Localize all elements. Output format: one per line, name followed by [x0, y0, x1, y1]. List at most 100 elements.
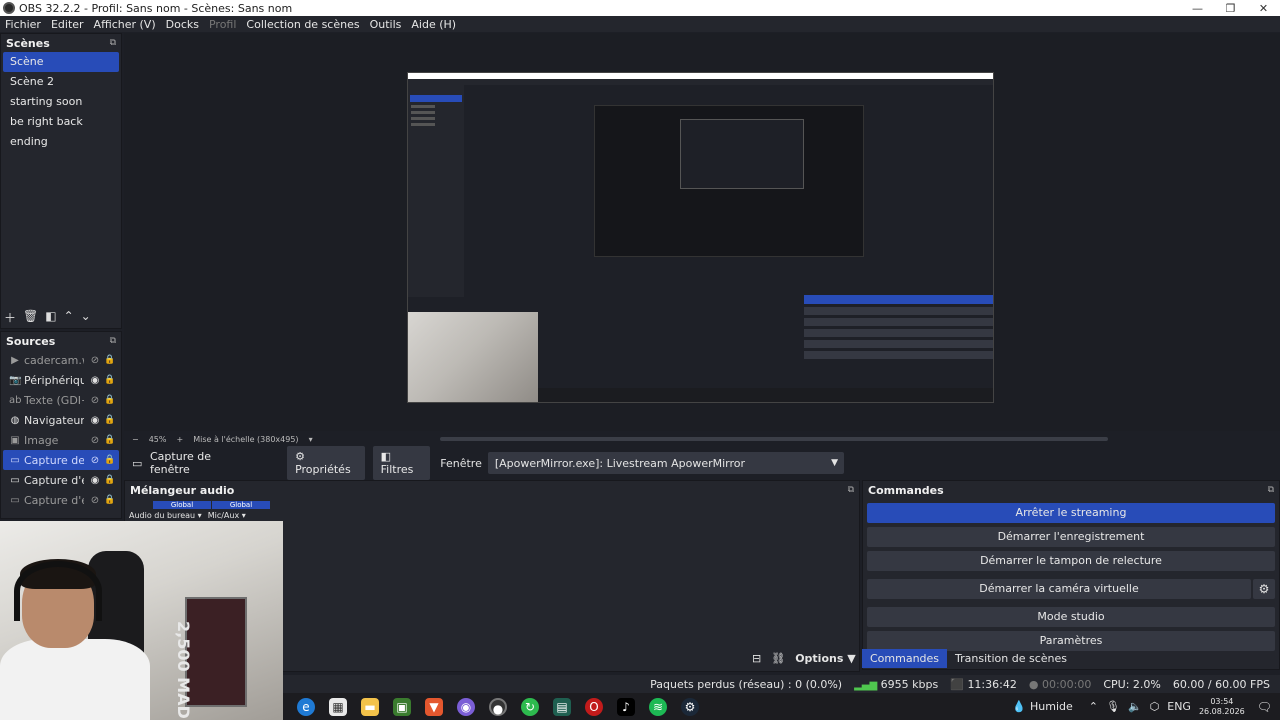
microphone-icon[interactable]: 🎙	[1106, 700, 1120, 713]
channel-desktop-audio[interactable]: Audio du bureau ▾	[129, 511, 202, 520]
source-item[interactable]: ▣ Image ⊘ 🔒	[3, 430, 119, 450]
menu-editer[interactable]: Editer	[46, 18, 89, 31]
notification-icon[interactable]: 🗨	[1257, 700, 1272, 714]
opera-icon[interactable]: O	[585, 697, 603, 716]
source-item[interactable]: ▭ Capture d'écran ◉ 🔒	[3, 470, 119, 490]
chevron-down-icon[interactable]: ⌄	[81, 309, 91, 326]
eye-icon[interactable]: ◉	[88, 475, 102, 486]
options-button[interactable]: Options ▼	[795, 652, 856, 665]
speaker-icon[interactable]: 🔈	[1128, 700, 1142, 713]
source-item[interactable]: ab Texte (GDI+) ⊘ 🔒	[3, 390, 119, 410]
eye-icon[interactable]: ◉	[88, 415, 102, 426]
settings-button[interactable]: Paramètres	[867, 631, 1275, 651]
undock-icon[interactable]: ⧉	[110, 38, 116, 48]
obs-icon[interactable]: ●	[489, 697, 507, 716]
undock-icon[interactable]: ⧉	[110, 336, 116, 346]
scene-item[interactable]: be right back	[3, 112, 119, 132]
start-replay-buffer-button[interactable]: Démarrer le tampon de relecture	[867, 551, 1275, 571]
rec-time: ● 00:00:00	[1028, 677, 1092, 691]
lock-icon[interactable]: 🔒	[104, 455, 116, 465]
lock-icon[interactable]: 🔒	[104, 395, 116, 405]
scene-item[interactable]: ending	[3, 132, 119, 152]
add-icon[interactable]: ＋	[4, 309, 16, 326]
source-item[interactable]: ◍ Navigateur web ◉ 🔒	[3, 410, 119, 430]
edge-icon[interactable]: e	[297, 697, 315, 716]
layout-icon[interactable]: ⊟	[752, 652, 761, 665]
zoom-out-icon[interactable]: −	[132, 435, 139, 444]
menu-fichier[interactable]: Fichier	[0, 18, 46, 31]
window-select[interactable]: [ApowerMirror.exe]: Livestream ApowerMir…	[487, 452, 844, 474]
zoom-in-icon[interactable]: +	[176, 435, 183, 444]
eye-icon[interactable]: ◉	[88, 375, 102, 386]
brave-icon[interactable]: ▼	[425, 697, 443, 716]
clock[interactable]: 03:54 26.08.2026	[1199, 697, 1245, 717]
scene-item[interactable]: starting soon	[3, 92, 119, 112]
lock-icon[interactable]: 🔒	[104, 415, 116, 425]
menu-collection[interactable]: Collection de scènes	[241, 18, 364, 31]
store-icon[interactable]: ▦	[329, 697, 347, 716]
preview-area[interactable]	[124, 33, 1280, 431]
menu-outils[interactable]: Outils	[365, 18, 407, 31]
close-button[interactable]: ✕	[1247, 2, 1280, 15]
window-icon: ▭	[10, 454, 20, 466]
link-icon[interactable]: ⛓	[771, 652, 785, 665]
image-icon: ▣	[10, 434, 20, 446]
trash-icon[interactable]: 🗑	[23, 309, 38, 326]
minimize-button[interactable]: —	[1181, 2, 1214, 15]
menu-profil[interactable]: Profil	[204, 18, 241, 31]
lock-icon[interactable]: 🔒	[104, 355, 116, 365]
language-indicator[interactable]: ENG	[1167, 700, 1191, 713]
folder-icon[interactable]: ▬	[361, 697, 379, 716]
spotify-icon[interactable]: ≋	[649, 697, 667, 716]
app-green-icon[interactable]: ↻	[521, 697, 539, 716]
mirror-app-icon[interactable]: ◉	[457, 697, 475, 716]
eye-hidden-icon[interactable]: ⊘	[88, 435, 102, 446]
properties-button[interactable]: ⚙ Propriétés	[287, 446, 365, 480]
filters-button[interactable]: ◧ Filtres	[372, 446, 431, 480]
menu-afficher[interactable]: Afficher (V)	[89, 18, 161, 31]
menu-docks[interactable]: Docks	[161, 18, 204, 31]
filter-icon[interactable]: ◧	[45, 309, 56, 326]
sources-dock: Sources ⧉ ▶ cadercam.webr ⊘ 🔒 📷 Périphér…	[0, 331, 122, 519]
channel-mic-aux[interactable]: Mic/Aux ▾	[208, 511, 246, 520]
source-item[interactable]: 📷 Périphérique de ◉ 🔒	[3, 370, 119, 390]
eye-hidden-icon[interactable]: ⊘	[88, 455, 102, 466]
source-item[interactable]: ▶ cadercam.webr ⊘ 🔒	[3, 350, 119, 370]
start-recording-button[interactable]: Démarrer l'enregistrement	[867, 527, 1275, 547]
undock-icon[interactable]: ⧉	[848, 485, 854, 495]
chevron-up-icon[interactable]: ⌃	[1089, 700, 1098, 713]
lock-icon[interactable]: 🔒	[104, 475, 116, 485]
tiktok-icon[interactable]: ♪	[617, 697, 635, 716]
scene-item[interactable]: Scène 2	[3, 72, 119, 92]
terminal-icon[interactable]: ▤	[553, 697, 571, 716]
eye-hidden-icon[interactable]: ⊘	[88, 495, 102, 506]
start-virtual-camera-button[interactable]: Démarrer la caméra virtuelle	[867, 579, 1251, 599]
lock-icon[interactable]: 🔒	[104, 495, 116, 505]
scenes-toolbar: ＋ 🗑 ◧ ⌃ ⌄	[4, 309, 91, 326]
stop-streaming-button[interactable]: Arrêter le streaming	[867, 503, 1275, 523]
scene-item[interactable]: Scène	[3, 52, 119, 72]
chevron-down-icon[interactable]: ▾	[309, 435, 313, 444]
lock-icon[interactable]: 🔒	[104, 435, 116, 445]
menu-aide[interactable]: Aide (H)	[406, 18, 461, 31]
preview-canvas[interactable]	[407, 72, 994, 403]
steam-icon[interactable]: ⚙	[681, 697, 699, 716]
studio-mode-button[interactable]: Mode studio	[867, 607, 1275, 627]
undock-icon[interactable]: ⧉	[1268, 485, 1274, 495]
chevron-up-icon[interactable]: ⌃	[64, 309, 74, 326]
weather-widget[interactable]: 💧 Humide	[1012, 700, 1072, 713]
source-item[interactable]: ▭ Capture de fenê ⊘ 🔒	[3, 450, 119, 470]
tab-scene-transitions[interactable]: Transition de scènes	[947, 649, 1075, 668]
gear-icon[interactable]: ⚙	[1253, 579, 1275, 599]
network-icon[interactable]: ⬡	[1150, 700, 1160, 713]
source-item[interactable]: ▭ Capture d'écran ⊘ 🔒	[3, 490, 119, 510]
eye-hidden-icon[interactable]: ⊘	[88, 355, 102, 366]
maximize-button[interactable]: ❐	[1214, 2, 1247, 15]
eye-hidden-icon[interactable]: ⊘	[88, 395, 102, 406]
nvidia-icon[interactable]: ▣	[393, 697, 411, 716]
lock-icon[interactable]: 🔒	[104, 375, 116, 385]
play-icon: ▶	[11, 354, 19, 366]
signal-icon: ▂▄▆	[854, 679, 878, 691]
horizontal-scrollbar[interactable]	[440, 437, 1108, 441]
tab-commands[interactable]: Commandes	[862, 649, 948, 668]
